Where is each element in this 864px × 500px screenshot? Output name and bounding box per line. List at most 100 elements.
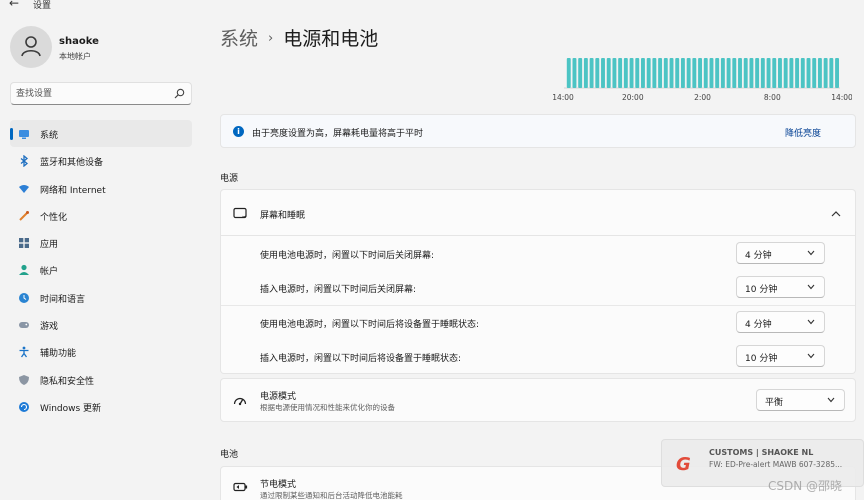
- reduce-brightness-link[interactable]: 降低亮度: [785, 126, 821, 139]
- chart-bar: [738, 58, 742, 88]
- wifi-icon: [19, 184, 29, 193]
- chart-bar: [572, 58, 577, 88]
- chart-bar: [726, 58, 731, 88]
- sidebar-item-label: 时间和语言: [40, 294, 86, 305]
- chart-bar: [766, 58, 771, 88]
- chevron-down-icon: [827, 397, 835, 403]
- breadcrumb-separator: ›: [268, 31, 274, 46]
- title-bar: ← 设置: [0, 0, 864, 12]
- sidebar-item-7[interactable]: 游戏: [10, 311, 192, 338]
- sidebar-item-2[interactable]: 网络和 Internet: [10, 175, 192, 202]
- user-icon: [21, 36, 41, 57]
- power-mode-card: 电源模式 根据电源使用情况和性能来优化你的设备 平衡: [220, 378, 856, 422]
- battery-sleep-dropdown[interactable]: 4 分钟: [736, 311, 825, 333]
- brush-icon: [19, 210, 29, 221]
- chart-bar: [629, 58, 634, 88]
- chevron-down-icon: [807, 250, 815, 256]
- sidebar-item-label: 隐私和安全性: [40, 376, 95, 387]
- sidebar-item-label: 帐户: [40, 267, 59, 278]
- plugged-sleep-dropdown[interactable]: 10 分钟: [736, 345, 825, 367]
- breadcrumb: 系统 › 电源和电池: [220, 24, 378, 51]
- power-mode-icon: [233, 397, 247, 406]
- screen-sleep-settings: 使用电池电源时，闲置以下时间后关闭屏幕: 4 分钟 插入电源时，闲置以下时间后关…: [220, 236, 856, 374]
- chart-bar: [783, 58, 788, 88]
- chart-bar: [686, 58, 691, 88]
- chart-bar: [749, 58, 754, 88]
- chart-bar: [732, 58, 737, 88]
- search-input[interactable]: [16, 86, 166, 101]
- chart-bar: [795, 58, 800, 88]
- sidebar-item-8[interactable]: 辅助功能: [10, 338, 192, 365]
- dropdown-value: 10 分钟: [745, 354, 778, 364]
- chevron-up-icon[interactable]: [831, 210, 841, 217]
- sidebar-item-4[interactable]: 应用: [10, 229, 192, 256]
- breadcrumb-parent[interactable]: 系统: [220, 28, 258, 50]
- sidebar-item-label: 应用: [40, 240, 59, 251]
- notification-logo-icon: G: [676, 454, 691, 475]
- chart-bar: [601, 58, 605, 88]
- chart-bar: [652, 58, 657, 88]
- chart-bar: [715, 58, 720, 88]
- sidebar-item-3[interactable]: 个性化: [10, 202, 192, 229]
- dropdown-value: 平衡: [765, 398, 784, 408]
- chart-bar: [743, 58, 748, 88]
- screen-sleep-card[interactable]: 屏幕和睡眠: [220, 189, 856, 236]
- battery-saver-icon: [233, 482, 248, 492]
- power-mode-dropdown[interactable]: 平衡: [756, 389, 845, 411]
- sidebar-item-0[interactable]: 系统: [10, 120, 192, 148]
- notification-subtitle: FW: ED-Pre-alert MAWB 607-3285...: [709, 460, 843, 469]
- sidebar-item-6[interactable]: 时间和语言: [10, 284, 192, 311]
- back-arrow-icon[interactable]: ←: [9, 0, 19, 10]
- battery-section-title: 电池: [220, 450, 239, 460]
- chart-bar: [595, 58, 600, 88]
- dropdown-value: 10 分钟: [745, 285, 778, 295]
- power-section-title: 电源: [220, 174, 239, 184]
- chart-bar: [618, 58, 623, 88]
- chart-bar: [658, 58, 663, 88]
- user-name: shaoke: [59, 36, 99, 47]
- battery-sleep-label: 使用电池电源时，闲置以下时间后将设备置于睡眠状态:: [260, 320, 480, 330]
- plugged-sleep-label: 插入电源时，闲置以下时间后将设备置于睡眠状态:: [260, 354, 462, 364]
- chart-bar: [835, 58, 839, 88]
- chart-bar: [623, 58, 628, 88]
- search-box[interactable]: [10, 82, 192, 105]
- globe-clock-icon: [19, 292, 29, 303]
- sidebar-item-label: 游戏: [40, 322, 59, 333]
- chart-bar: [680, 58, 685, 88]
- plugged-screen-off-dropdown[interactable]: 10 分钟: [736, 276, 825, 298]
- chart-x-label: 20:00: [622, 93, 644, 102]
- chart-x-label: 14:00: [552, 93, 574, 102]
- sidebar-item-label: Windows 更新: [40, 403, 102, 414]
- info-icon: i: [233, 126, 244, 137]
- chart-bar: [669, 58, 674, 88]
- sidebar-item-label: 个性化: [40, 212, 68, 223]
- sidebar-item-5[interactable]: 帐户: [10, 256, 192, 283]
- chart-bar: [641, 58, 645, 88]
- sidebar-item-label: 网络和 Internet: [40, 185, 106, 196]
- search-icon[interactable]: [174, 88, 185, 99]
- chart-bar: [606, 58, 611, 88]
- sidebar-item-label: 辅助功能: [40, 349, 77, 360]
- chart-x-label: 14:00: [831, 93, 852, 102]
- sidebar-item-1[interactable]: 蓝牙和其他设备: [10, 147, 192, 174]
- sidebar-nav: 系统 蓝牙和其他设备网络和 Internet 个性化应用帐户时间和语言游戏辅助功能隐…: [10, 120, 192, 420]
- divider: [221, 305, 855, 306]
- sidebar-item-9[interactable]: 隐私和安全性: [10, 366, 192, 393]
- chart-x-label: 8:00: [764, 93, 781, 102]
- chart-bar: [589, 58, 594, 88]
- user-profile[interactable]: shaoke 本地帐户: [10, 26, 200, 70]
- power-mode-subtitle: 根据电源使用情况和性能来优化你的设备: [260, 403, 395, 412]
- chart-bar: [612, 58, 617, 88]
- sidebar-item-10[interactable]: Windows 更新: [10, 393, 192, 420]
- csdn-watermark: CSDN @邵晓: [768, 479, 843, 493]
- plugged-screen-off-label: 插入电源时，闲置以下时间后关闭屏幕:: [260, 285, 417, 295]
- banner-message: 由于亮度设置为高，屏幕耗电量将高于平时: [252, 129, 424, 139]
- chart-bar: [800, 58, 805, 88]
- bluetooth-icon: [20, 155, 29, 168]
- chart-bar: [709, 58, 714, 88]
- chart-bar: [675, 58, 680, 88]
- battery-screen-off-dropdown[interactable]: 4 分钟: [736, 242, 825, 264]
- battery-screen-off-label: 使用电池电源时，闲置以下时间后关闭屏幕:: [260, 251, 435, 261]
- chevron-down-icon: [807, 353, 815, 359]
- chart-bar: [692, 58, 697, 88]
